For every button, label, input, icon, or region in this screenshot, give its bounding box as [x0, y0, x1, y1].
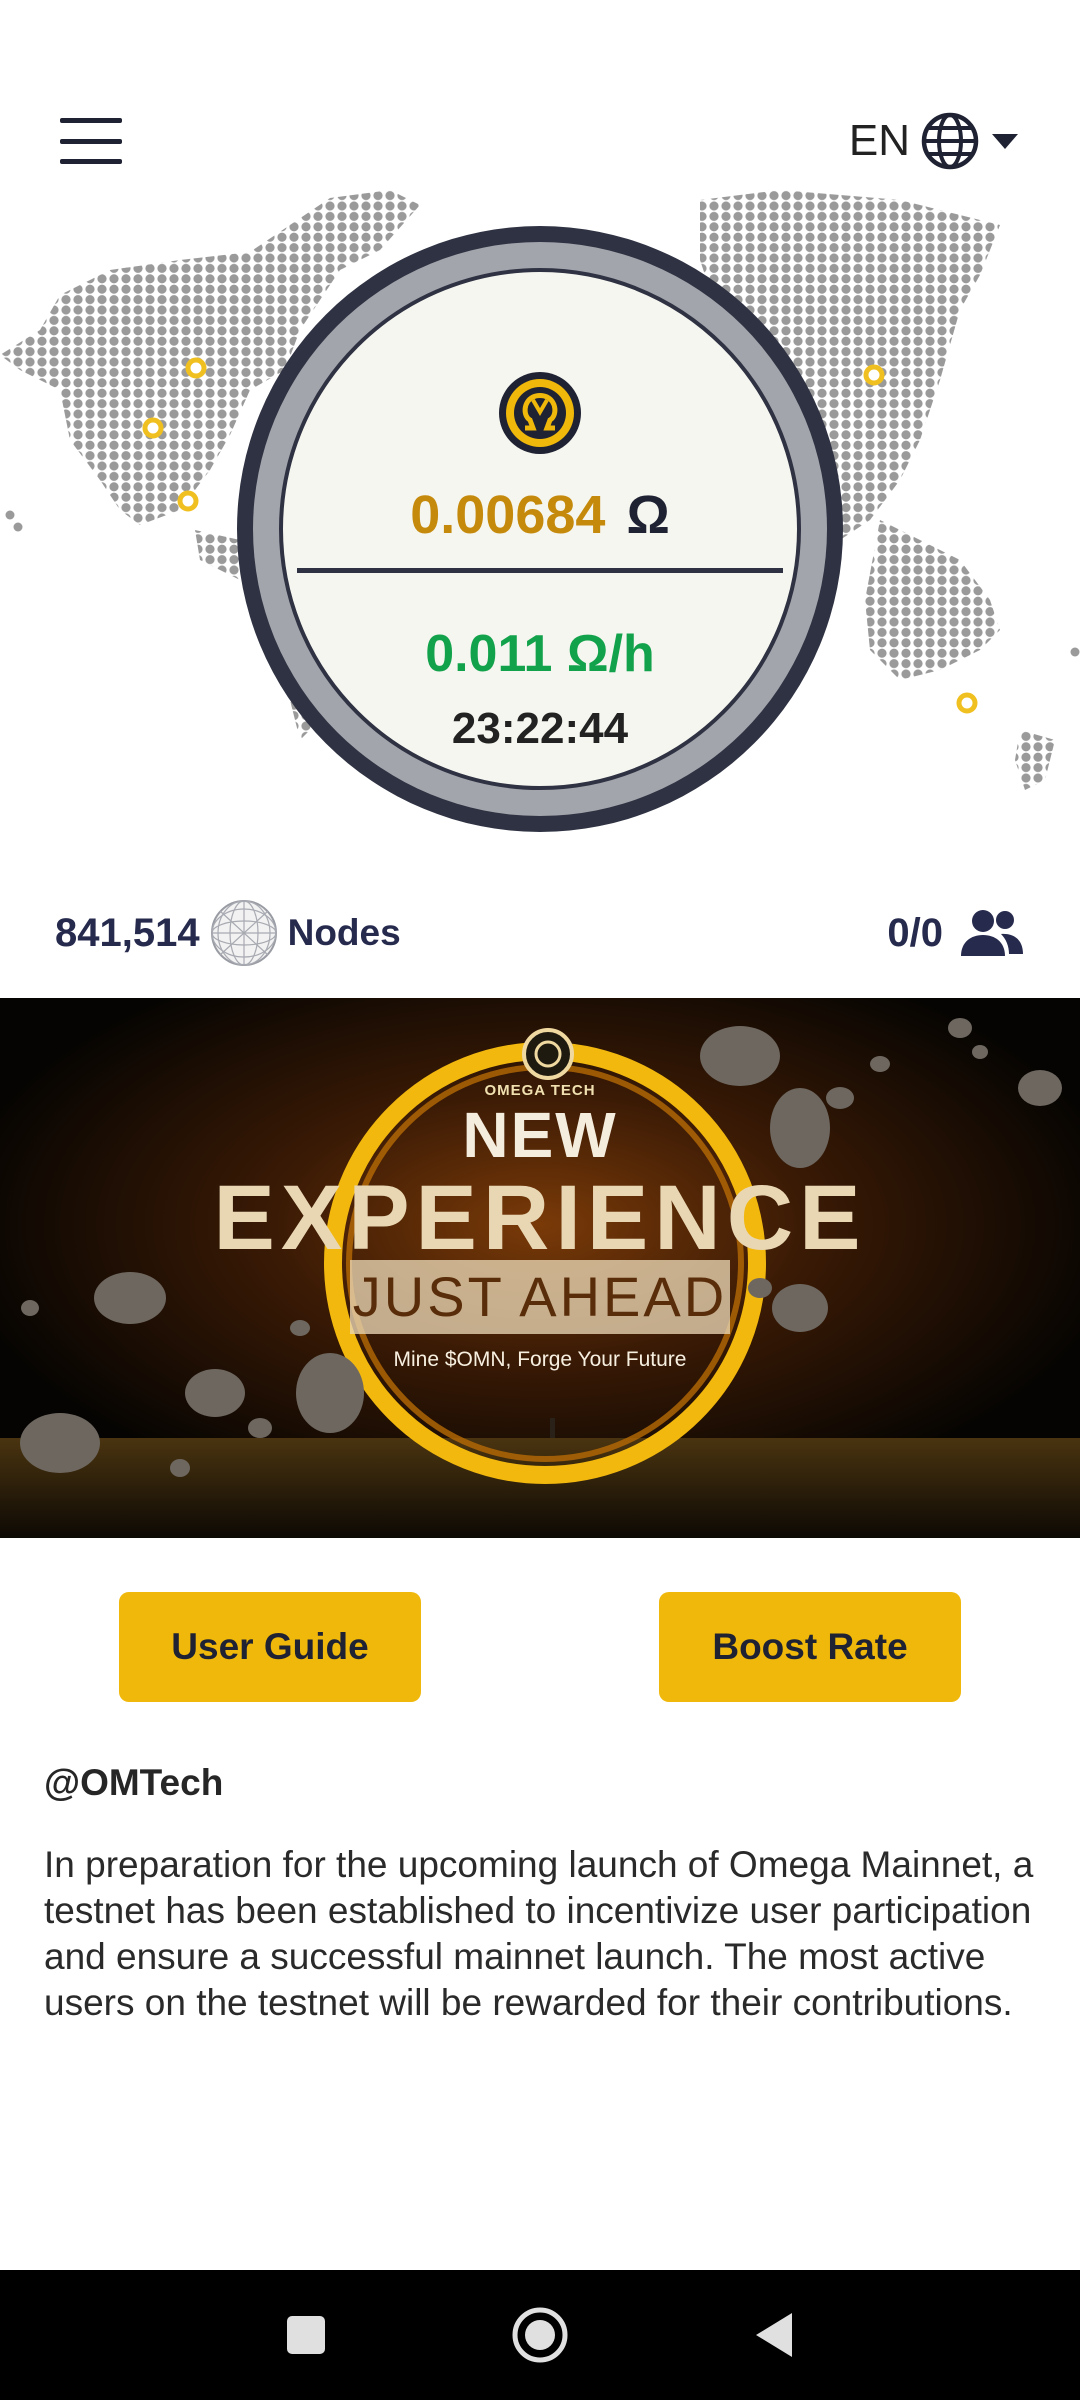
balance-amount: 0.00684 — [410, 485, 606, 545]
hamburger-menu-icon — [60, 118, 122, 123]
banner-tagline: Mine $OMN, Forge Your Future — [393, 1348, 687, 1371]
user-guide-button[interactable]: User Guide — [119, 1592, 421, 1702]
promo-banner[interactable]: OMEGA TECH NEW EXPERIENCE JUST AHEAD Min… — [0, 998, 1080, 1538]
dial-divider — [297, 568, 783, 573]
banner-headline-just-ahead: JUST AHEAD — [350, 1260, 730, 1334]
currency-symbol: Ω — [626, 485, 670, 545]
globe-icon — [921, 112, 979, 170]
stats-row: 841,514 Nodes 0/0 — [55, 895, 1025, 971]
banner-headline-new: NEW — [462, 1099, 618, 1171]
boost-rate-button[interactable]: Boost Rate — [659, 1592, 961, 1702]
language-code: EN — [848, 116, 910, 165]
announcement-handle: @OMTech — [44, 1762, 224, 1803]
square-recents-icon[interactable] — [276, 2305, 336, 2365]
banner-headline-experience: EXPERIENCE — [213, 1167, 867, 1269]
nodes-stat: 841,514 Nodes — [55, 897, 401, 969]
circle-home-icon[interactable] — [510, 2305, 570, 2365]
mining-rate: 0.011 Ω/h — [425, 625, 655, 683]
banner-brand: OMEGA TECH — [484, 1082, 596, 1099]
network-sphere-icon — [210, 900, 277, 966]
language-selector[interactable]: EN — [849, 108, 1020, 174]
caret-down-icon — [992, 134, 1018, 149]
menu-button[interactable] — [60, 118, 122, 164]
referrals-count: 0/0 — [887, 910, 943, 955]
nodes-count: 841,514 — [55, 910, 200, 955]
system-nav-bar — [0, 2270, 1080, 2400]
users-icon — [961, 910, 1023, 956]
countdown-timer: 23:22:44 — [451, 704, 629, 753]
dial-face: 0.00684 Ω 0.011 Ω/h 23:22:44 — [279, 268, 801, 790]
mined-balance: 0.00684 Ω — [283, 484, 797, 546]
mining-dial[interactable]: 0.00684 Ω 0.011 Ω/h 23:22:44 — [237, 226, 843, 832]
nodes-label: Nodes — [287, 912, 401, 953]
dial-ring: 0.00684 Ω 0.011 Ω/h 23:22:44 — [253, 242, 827, 816]
omega-coin-icon — [499, 372, 581, 454]
referrals-stat[interactable]: 0/0 — [887, 908, 1025, 958]
triangle-back-icon[interactable] — [744, 2305, 804, 2365]
announcement-text: In preparation for the upcoming launch o… — [44, 1844, 1034, 2023]
